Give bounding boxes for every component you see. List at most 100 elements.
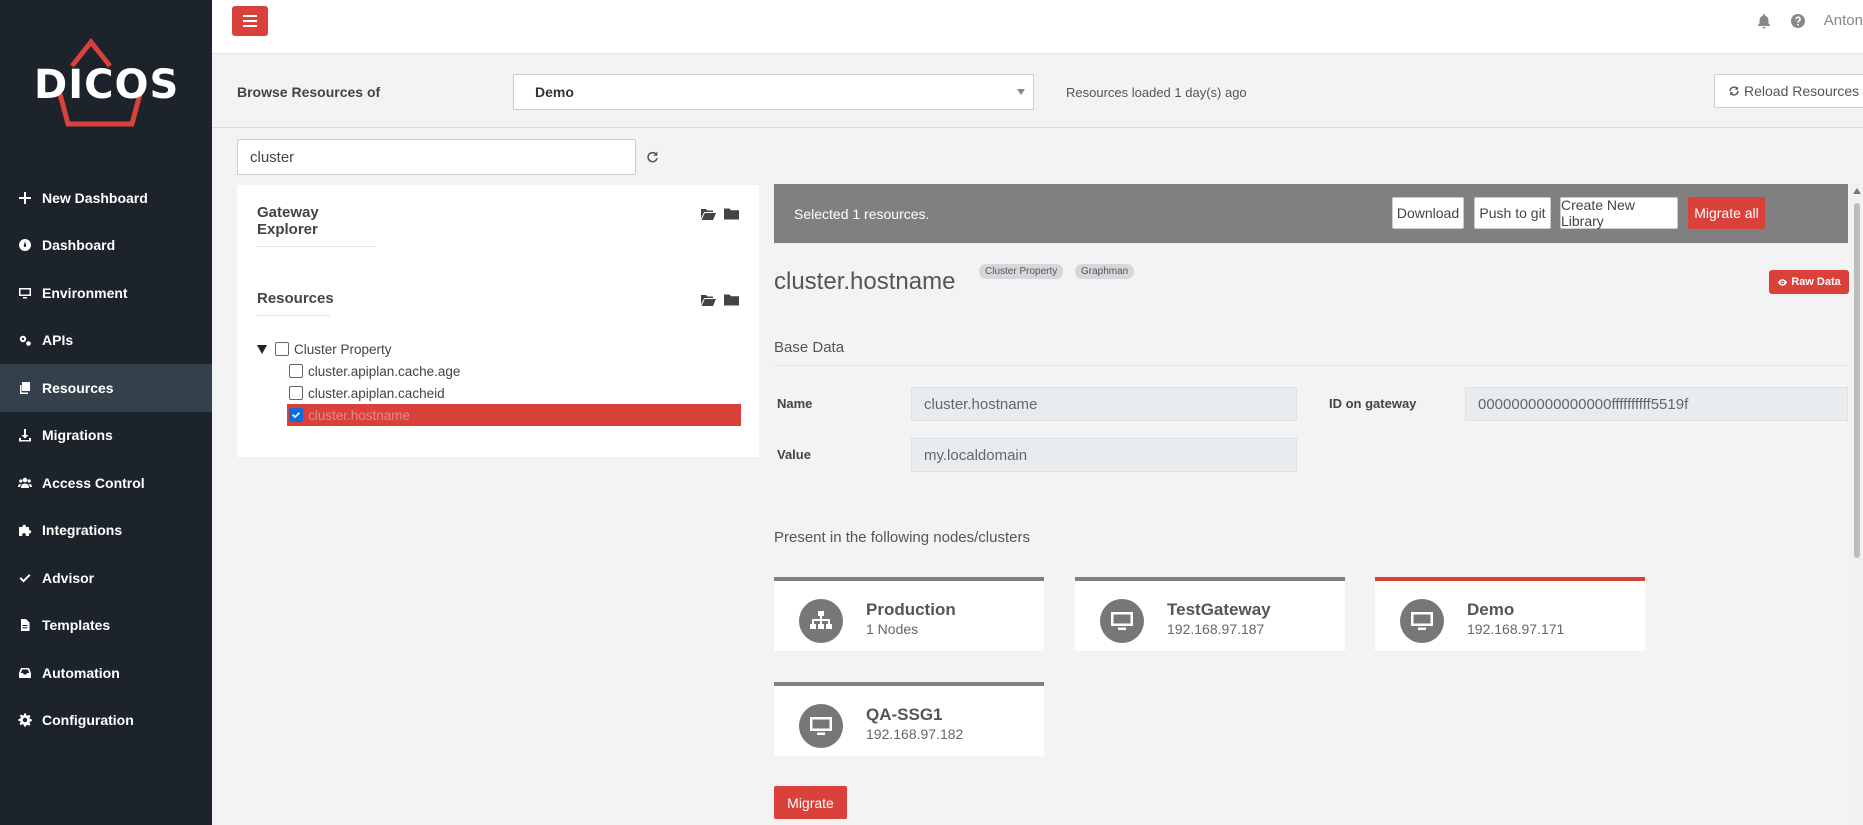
sidebar: DICOS New Dashboard Dashboard Environmen… xyxy=(0,0,212,825)
dicos-logo[interactable]: DICOS xyxy=(34,37,180,128)
id-on-gateway-label: ID on gateway xyxy=(1329,396,1417,411)
node-name: Production xyxy=(866,600,956,619)
sidebar-item-label: Integrations xyxy=(42,522,123,539)
inbox-icon xyxy=(16,665,34,681)
tree-leaf[interactable]: cluster.apiplan.cache.age xyxy=(257,360,741,382)
help-icon[interactable] xyxy=(1790,13,1806,29)
bell-icon[interactable] xyxy=(1756,13,1772,29)
resource-search-input[interactable] xyxy=(237,139,636,175)
menu-toggle-button[interactable] xyxy=(232,6,268,36)
sidebar-item-label: Configuration xyxy=(42,712,134,729)
tree-leaf[interactable]: cluster.apiplan.cacheid xyxy=(257,382,741,404)
copy-icon xyxy=(16,380,34,396)
check-icon xyxy=(292,412,300,419)
browse-label: Browse Resources of xyxy=(237,84,381,100)
nodes-title: Present in the following nodes/clusters xyxy=(774,529,1030,546)
value-label: Value xyxy=(777,447,811,462)
cogs-icon xyxy=(16,332,34,348)
sidebar-item-resources[interactable]: Resources xyxy=(0,364,212,412)
resource-tree: Cluster Property cluster.apiplan.cache.a… xyxy=(257,338,741,426)
tag-cluster-property: Cluster Property xyxy=(979,264,1064,279)
id-on-gateway-field: 0000000000000000ffffffffff5519f xyxy=(1465,387,1848,421)
raw-data-button[interactable]: Raw Data xyxy=(1769,270,1849,294)
raw-data-label: Raw Data xyxy=(1791,276,1841,288)
tree-leaf-selected[interactable]: cluster.hostname xyxy=(287,404,741,426)
checkbox[interactable] xyxy=(275,342,289,356)
migrate-all-button[interactable]: Migrate all xyxy=(1688,197,1765,229)
sidebar-item-apis[interactable]: APIs xyxy=(0,317,212,365)
monitor-icon xyxy=(799,704,843,748)
scrollbar[interactable] xyxy=(1850,184,1863,825)
sidebar-item-access-control[interactable]: Access Control xyxy=(0,459,212,507)
sidebar-item-advisor[interactable]: Advisor xyxy=(0,554,212,602)
node-card-demo[interactable]: Demo 192.168.97.171 xyxy=(1375,577,1645,651)
node-card-testgateway[interactable]: TestGateway 192.168.97.187 xyxy=(1075,577,1345,651)
users-icon xyxy=(16,475,34,491)
check-icon xyxy=(16,570,34,586)
tree-leaf-label: cluster.hostname xyxy=(308,407,411,423)
sidebar-item-configuration[interactable]: Configuration xyxy=(0,697,212,745)
environment-select-value: Demo xyxy=(535,84,574,100)
create-new-library-button[interactable]: Create New Library xyxy=(1560,197,1678,229)
user-name[interactable]: Anton xyxy=(1824,12,1863,29)
push-to-git-button[interactable]: Push to git xyxy=(1474,197,1551,229)
node-subtitle: 1 Nodes xyxy=(866,621,919,637)
sidebar-item-new-dashboard[interactable]: New Dashboard xyxy=(0,174,212,222)
divider xyxy=(212,127,1863,128)
checkbox[interactable] xyxy=(289,386,303,400)
node-subtitle: 192.168.97.171 xyxy=(1467,621,1565,637)
checkbox-checked[interactable] xyxy=(289,408,303,422)
node-card-qa-ssg1[interactable]: QA-SSG1 192.168.97.182 xyxy=(774,682,1044,756)
node-card-production[interactable]: Production 1 Nodes xyxy=(774,577,1044,651)
logo-text: DICOS xyxy=(34,62,180,108)
tree-node-cluster-property[interactable]: Cluster Property xyxy=(257,338,741,360)
sidebar-item-label: Migrations xyxy=(42,427,113,444)
base-data-title: Base Data xyxy=(774,339,845,356)
migrate-button[interactable]: Migrate xyxy=(774,786,847,819)
sidebar-item-migrations[interactable]: Migrations xyxy=(0,412,212,460)
resource-title: cluster.hostname xyxy=(774,268,956,295)
scroll-up-icon[interactable] xyxy=(1853,188,1861,194)
sitemap-icon xyxy=(799,599,843,643)
plus-icon xyxy=(16,190,34,206)
sidebar-item-label: Resources xyxy=(42,379,114,396)
reload-resources-label: Reload Resources xyxy=(1744,83,1860,99)
file-icon xyxy=(16,617,34,633)
reload-resources-button[interactable]: Reload Resources xyxy=(1714,74,1863,108)
node-name: QA-SSG1 xyxy=(866,705,943,724)
sidebar-item-integrations[interactable]: Integrations xyxy=(0,507,212,555)
monitor-icon xyxy=(16,285,34,301)
node-subtitle: 192.168.97.187 xyxy=(1167,621,1265,637)
folder-open-icon[interactable] xyxy=(701,207,716,220)
monitor-icon xyxy=(1400,599,1444,643)
folder-icon[interactable] xyxy=(724,207,739,220)
checkbox[interactable] xyxy=(289,364,303,378)
scrollbar-thumb[interactable] xyxy=(1854,203,1860,558)
sidebar-item-environment[interactable]: Environment xyxy=(0,269,212,317)
search-refresh-button[interactable] xyxy=(646,150,660,164)
caret-down-icon xyxy=(1017,89,1025,95)
node-name: Demo xyxy=(1467,600,1515,619)
download-button[interactable]: Download xyxy=(1392,197,1464,229)
sidebar-item-dashboard[interactable]: Dashboard xyxy=(0,222,212,270)
explorer-panel: Gateway Explorer Resources Cluster Prope… xyxy=(237,185,759,457)
eye-icon xyxy=(1778,278,1788,286)
resources-loaded-text: Resources loaded 1 day(s) ago xyxy=(1066,85,1247,100)
sidebar-item-automation[interactable]: Automation xyxy=(0,649,212,697)
gateway-explorer-title: Gateway Explorer xyxy=(257,204,375,247)
sidebar-item-templates[interactable]: Templates xyxy=(0,602,212,650)
sidebar-item-label: Dashboard xyxy=(42,237,116,254)
gateway-explorer-actions xyxy=(701,207,739,220)
sidebar-item-label: APIs xyxy=(42,332,74,349)
top-bar: Anton xyxy=(212,0,1863,54)
refresh-icon xyxy=(1729,86,1739,96)
folder-open-icon[interactable] xyxy=(701,293,716,306)
resources-title: Resources xyxy=(257,290,334,316)
gear-icon xyxy=(16,712,34,728)
environment-select[interactable]: Demo xyxy=(513,74,1034,110)
monitor-icon xyxy=(1100,599,1144,643)
tree-expand-icon[interactable] xyxy=(257,344,267,354)
sidebar-item-label: New Dashboard xyxy=(42,189,148,206)
download-icon xyxy=(16,427,34,443)
folder-icon[interactable] xyxy=(724,293,739,306)
